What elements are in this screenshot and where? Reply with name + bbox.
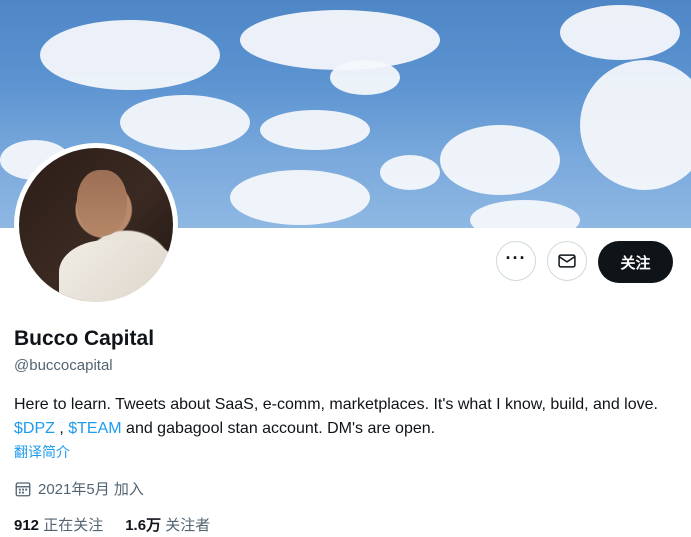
joined-date-label: 2021年5月 加入 [38,481,144,498]
banner-cloud [440,125,560,195]
avatar-face-shape [77,170,127,236]
avatar-photo [19,148,173,302]
envelope-icon [558,254,576,268]
following-stat[interactable]: 912 正在关注 [14,514,103,535]
banner-cloud [120,95,250,150]
banner-cloud [330,60,400,95]
followers-label: 关注者 [165,517,211,534]
profile-bio: Here to learn. Tweets about SaaS, e-comm… [14,393,664,441]
banner-cloud [560,5,680,60]
more-dots-icon: ··· [505,248,527,268]
followers-count: 1.6万 [125,517,162,534]
cashtag-link-team[interactable]: $TEAM [68,420,121,437]
cashtag-link-dpz[interactable]: $DPZ [14,420,55,437]
message-button[interactable] [547,241,587,281]
more-options-button[interactable]: ··· [496,241,536,281]
following-label: 正在关注 [43,517,104,534]
banner-cloud [240,10,440,70]
banner-cloud [260,110,370,150]
banner-cloud [40,20,220,90]
banner-cloud [230,170,370,225]
profile-handle: @buccocapital [14,357,113,374]
banner-cloud [580,60,691,190]
banner-cloud [380,155,440,190]
followers-stat[interactable]: 1.6万 关注者 [125,514,210,535]
follow-stats: 912 正在关注 1.6万 关注者 [14,514,232,535]
bio-text-end: and gabagool stan account. DM's are open… [121,420,436,437]
following-count: 912 [14,517,40,534]
bio-text: Here to learn. Tweets about SaaS, e-comm… [14,396,658,413]
avatar-shirt-shape [59,240,173,302]
profile-avatar[interactable] [14,143,178,307]
joined-date: 2021年5月 加入 [14,478,144,499]
bio-separator: , [54,420,69,437]
profile-name: Bucco Capital [14,327,155,350]
calendar-icon [15,481,31,496]
banner-cloud [470,200,580,228]
follow-button[interactable]: 关注 [598,241,673,283]
translate-bio-link[interactable]: 翻译简介 [14,442,70,462]
